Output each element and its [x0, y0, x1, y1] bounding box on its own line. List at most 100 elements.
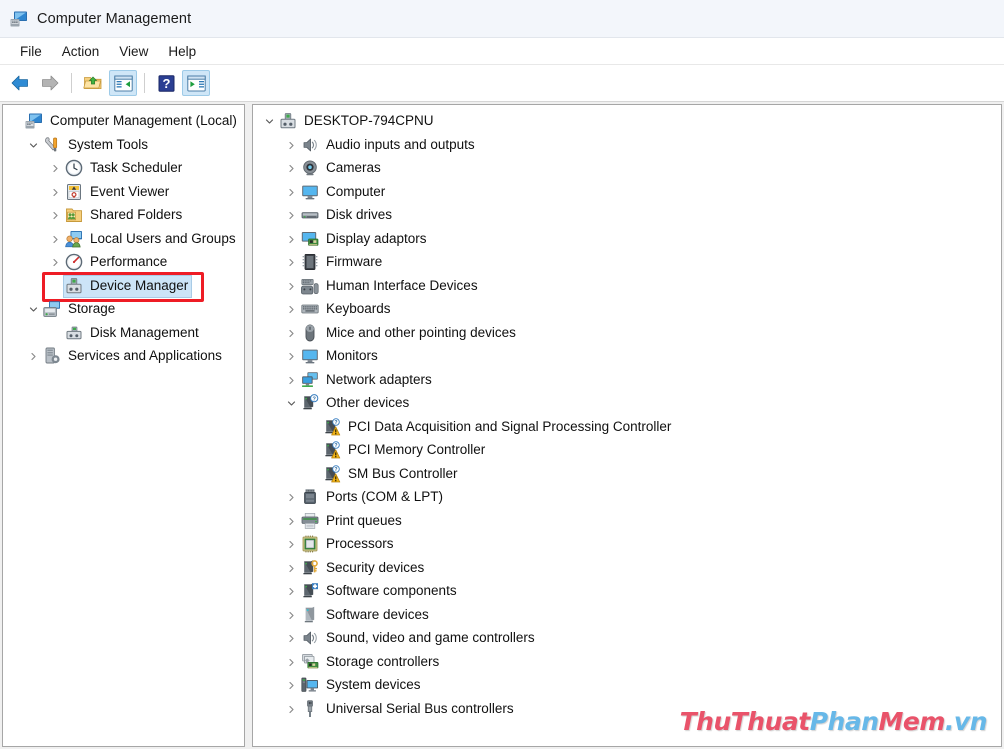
device-item-mice-and-other-pointing-devices[interactable]: Mice and other pointing devices	[253, 322, 1001, 346]
menu-view[interactable]: View	[109, 42, 158, 61]
tree-item-storage[interactable]: Storage	[3, 298, 244, 322]
back-button[interactable]	[6, 70, 34, 96]
device-manager-pane: DESKTOP-794CPNU Audio inputs and outputs…	[252, 104, 1002, 747]
device-item-sm-bus-controller[interactable]: ? SM Bus Controller	[253, 463, 1001, 487]
chevron-right-icon[interactable]	[47, 258, 63, 267]
tree-item-event-viewer[interactable]: Event Viewer	[3, 181, 244, 205]
chevron-right-icon[interactable]	[47, 188, 63, 197]
help-button[interactable]: ?	[152, 70, 180, 96]
chevron-right-icon[interactable]	[283, 493, 299, 502]
chevron-right-icon[interactable]	[283, 305, 299, 314]
device-item-label: DESKTOP-794CPNU	[304, 113, 434, 128]
row-content: Task Scheduler	[63, 157, 186, 180]
device-item-audio-inputs-and-outputs[interactable]: Audio inputs and outputs	[253, 134, 1001, 158]
row-content: ? PCI Data Acquisition and Signal Proces…	[321, 416, 675, 439]
device-item-label: Security devices	[326, 559, 425, 575]
device-item-keyboards[interactable]: Keyboards	[253, 298, 1001, 322]
chevron-right-icon[interactable]	[283, 376, 299, 385]
show-hide-action-pane-button[interactable]	[182, 70, 210, 96]
device-item-processors[interactable]: Processors	[253, 533, 1001, 557]
chevron-right-icon[interactable]	[47, 164, 63, 173]
chevron-right-icon[interactable]	[283, 517, 299, 526]
row-content: ? SM Bus Controller	[321, 463, 462, 486]
device-item-system-devices[interactable]: System devices	[253, 674, 1001, 698]
pane-splitter[interactable]	[245, 104, 252, 747]
chevron-right-icon[interactable]	[283, 282, 299, 291]
row-content: Processors	[299, 533, 398, 556]
chevron-right-icon[interactable]	[283, 188, 299, 197]
chevron-right-icon[interactable]	[283, 235, 299, 244]
device-item-universal-serial-bus-controllers[interactable]: Universal Serial Bus controllers	[253, 698, 1001, 722]
device-item-storage-controllers[interactable]: Storage controllers	[253, 651, 1001, 675]
chevron-right-icon[interactable]	[47, 211, 63, 220]
computer-root-icon	[279, 112, 297, 130]
device-item-root[interactable]: DESKTOP-794CPNU	[253, 110, 1001, 134]
device-item-display-adaptors[interactable]: Display adaptors	[253, 228, 1001, 252]
console-tree: Computer Management (Local) System Tools…	[3, 105, 244, 369]
row-content: Ports (COM & LPT)	[299, 486, 447, 509]
chevron-right-icon[interactable]	[283, 329, 299, 338]
tree-item-performance[interactable]: Performance	[3, 251, 244, 275]
tree-item-services-and-applications[interactable]: Services and Applications	[3, 345, 244, 369]
chevron-down-icon[interactable]	[25, 141, 41, 150]
unknown-device-icon: ?	[301, 394, 319, 412]
chevron-down-icon[interactable]	[283, 399, 299, 408]
forward-button[interactable]	[36, 70, 64, 96]
speaker-icon	[301, 629, 319, 647]
chevron-down-icon[interactable]	[261, 117, 277, 126]
chevron-right-icon[interactable]	[283, 141, 299, 150]
tree-item-device-manager[interactable]: Device Manager	[3, 271, 244, 302]
device-item-label: Software components	[326, 583, 457, 598]
menu-file[interactable]: File	[10, 42, 52, 61]
device-item-software-components[interactable]: Software components	[253, 580, 1001, 604]
device-item-print-queues[interactable]: Print queues	[253, 510, 1001, 534]
device-item-monitors[interactable]: Monitors	[253, 345, 1001, 369]
device-item-firmware[interactable]: Firmware	[253, 251, 1001, 275]
menu-action[interactable]: Action	[52, 42, 110, 61]
device-item-network-adapters[interactable]: Network adapters	[253, 369, 1001, 393]
chevron-right-icon[interactable]	[283, 681, 299, 690]
chevron-right-icon[interactable]	[283, 611, 299, 620]
chevron-right-icon[interactable]	[283, 164, 299, 173]
svg-text:?: ?	[334, 420, 337, 426]
show-hide-console-tree-button[interactable]	[109, 70, 137, 96]
row-content: System devices	[299, 674, 425, 697]
tree-item-system-tools[interactable]: System Tools	[3, 134, 244, 158]
device-item-human-interface-devices[interactable]: Human Interface Devices	[253, 275, 1001, 299]
chevron-right-icon[interactable]	[283, 634, 299, 643]
chevron-right-icon[interactable]	[283, 705, 299, 714]
chevron-right-icon[interactable]	[47, 235, 63, 244]
device-item-cameras[interactable]: Cameras	[253, 157, 1001, 181]
window-title: Computer Management	[37, 10, 192, 27]
device-item-pci-data-acquisition[interactable]: ? PCI Data Acquisition and Signal Proces…	[253, 416, 1001, 440]
menu-help[interactable]: Help	[158, 42, 206, 61]
chevron-right-icon[interactable]	[283, 352, 299, 361]
chevron-right-icon[interactable]	[283, 587, 299, 596]
chevron-right-icon[interactable]	[283, 540, 299, 549]
storage-controller-icon	[301, 653, 319, 671]
chevron-right-icon[interactable]	[283, 211, 299, 220]
chevron-right-icon[interactable]	[25, 352, 41, 361]
device-item-disk-drives[interactable]: Disk drives	[253, 204, 1001, 228]
up-one-level-button[interactable]	[79, 70, 107, 96]
chevron-right-icon[interactable]	[283, 658, 299, 667]
device-item-computer[interactable]: Computer	[253, 181, 1001, 205]
device-item-pci-memory-controller[interactable]: ? PCI Memory Controller	[253, 439, 1001, 463]
tree-item-disk-management[interactable]: Disk Management	[3, 322, 244, 346]
chevron-down-icon[interactable]	[25, 305, 41, 314]
device-item-software-devices[interactable]: Software devices	[253, 604, 1001, 628]
unknown-device-warning-icon: ?	[323, 465, 341, 483]
row-content: Keyboards	[299, 298, 395, 321]
device-item-sound-video-and-game-controllers[interactable]: Sound, video and game controllers	[253, 627, 1001, 651]
tree-item-local-users-and-groups[interactable]: Local Users and Groups	[3, 228, 244, 252]
device-item-ports[interactable]: Ports (COM & LPT)	[253, 486, 1001, 510]
printer-icon	[301, 512, 319, 530]
chevron-right-icon[interactable]	[283, 258, 299, 267]
device-item-security-devices[interactable]: Security devices	[253, 557, 1001, 581]
chevron-right-icon[interactable]	[283, 564, 299, 573]
device-item-other-devices[interactable]: ? Other devices	[253, 392, 1001, 416]
tree-item-shared-folders[interactable]: Shared Folders	[3, 204, 244, 228]
tree-item-task-scheduler[interactable]: Task Scheduler	[3, 157, 244, 181]
computer-management-window: Computer Management File Action View Hel…	[0, 0, 1004, 749]
tree-item-computer-management[interactable]: Computer Management (Local)	[3, 110, 244, 134]
